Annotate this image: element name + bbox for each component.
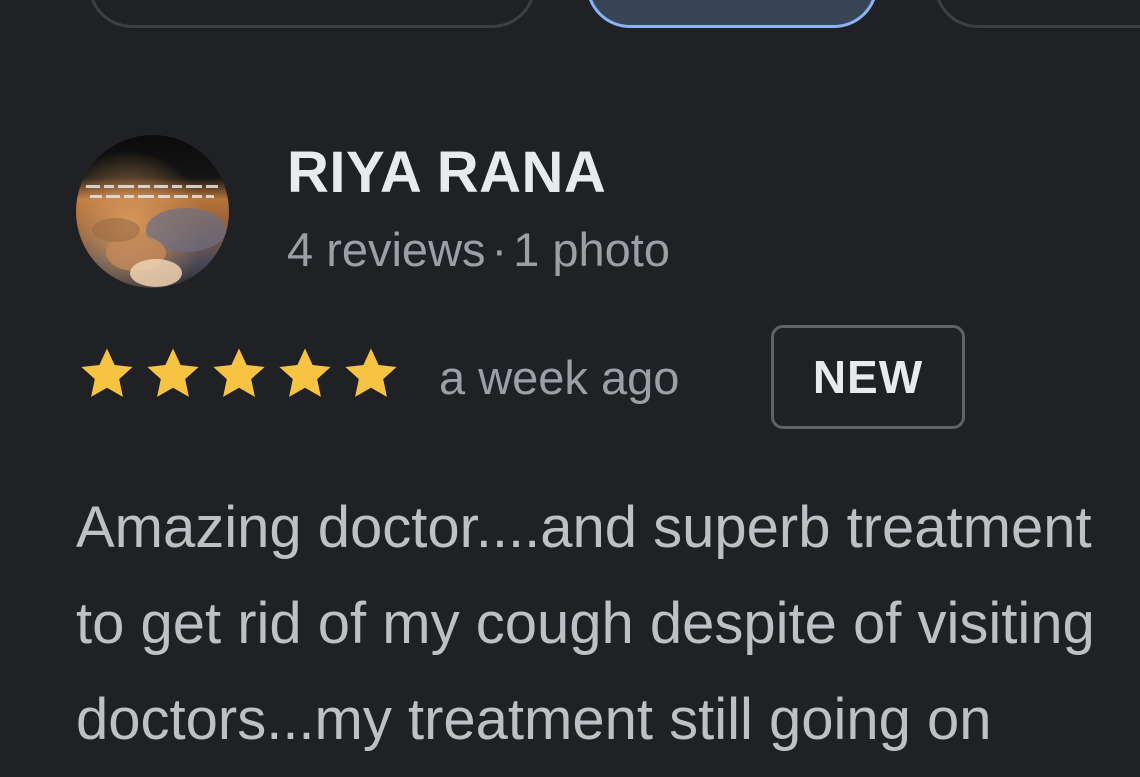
review-text-line: doctors...my treatment still going on [76,687,992,752]
star-icon [345,348,397,397]
meta-separator: · [491,223,508,276]
star-icon [213,348,265,397]
filter-chip[interactable] [934,0,1140,28]
reviews-count: 4 reviews [287,223,486,276]
reviewer-avatar[interactable] [76,135,229,288]
review-text-line: Amazing doctor....and superb treatment [76,495,1092,560]
photos-count: 1 photo [513,223,670,276]
star-icon [279,348,331,397]
star-icon [147,348,199,397]
review-text[interactable]: Amazing doctor....and superb treatment t… [76,480,1140,768]
star-rating [76,344,402,404]
profile-photo-icon [76,135,229,288]
star-icon [81,348,133,397]
filter-chip[interactable] [88,0,536,28]
review-time: a week ago [439,351,680,404]
new-badge: NEW [771,325,965,429]
review-text-line: to get rid of my cough despite of visiti… [76,591,1095,656]
reviewer-name[interactable]: RIYA RANA [287,141,606,205]
filter-chip-selected[interactable] [586,0,878,28]
review-card: RIYA RANA 4 reviews · 1 photo a week ago N… [0,0,1140,777]
reviewer-stats: 4 reviews · 1 photo [287,222,670,278]
